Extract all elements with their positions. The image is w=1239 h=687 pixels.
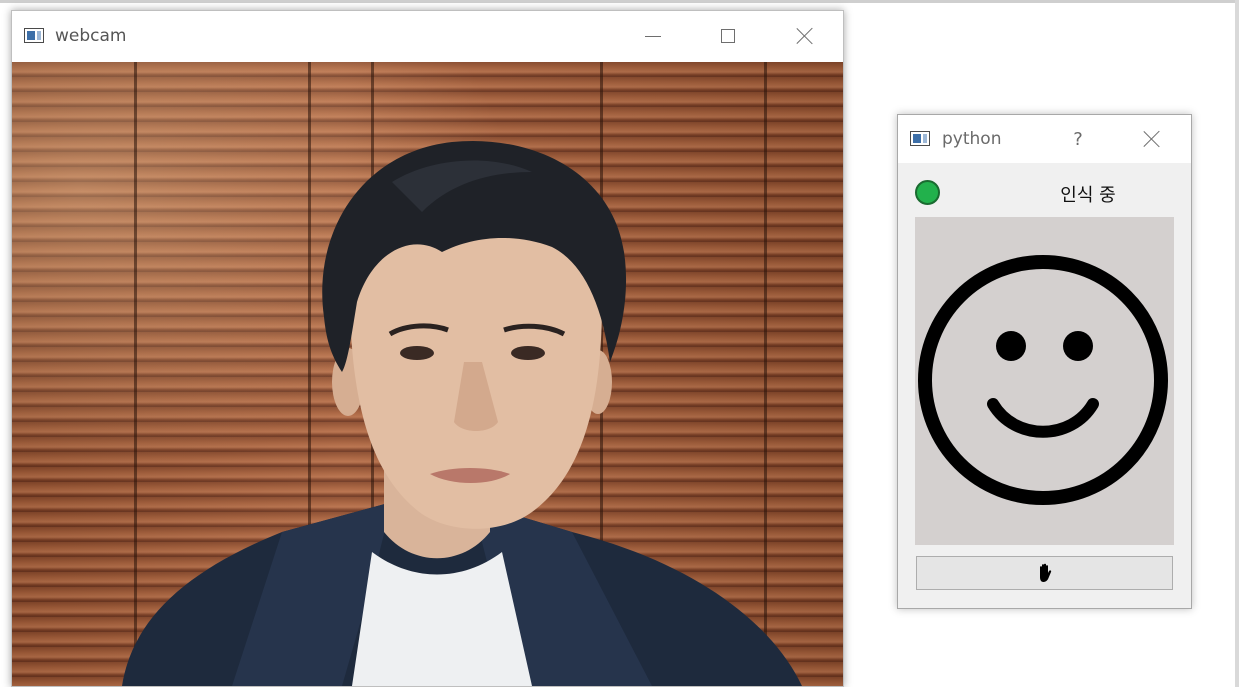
status-indicator bbox=[915, 180, 940, 205]
help-button[interactable]: ? bbox=[1060, 124, 1096, 154]
person-in-frame bbox=[122, 140, 802, 686]
desktop-edge bbox=[1235, 0, 1239, 687]
hand-stop-icon bbox=[1039, 563, 1051, 582]
webcam-window: webcam bbox=[11, 10, 844, 687]
webcam-window-title: webcam bbox=[55, 26, 127, 46]
close-icon bbox=[796, 27, 814, 45]
python-dialog: python ? 인식 중 bbox=[897, 114, 1192, 609]
webcam-video-feed bbox=[12, 62, 843, 686]
close-icon bbox=[1143, 130, 1161, 148]
emotion-display-panel bbox=[915, 217, 1174, 545]
maximize-icon bbox=[721, 29, 735, 43]
minimize-button[interactable] bbox=[630, 21, 676, 51]
dialog-close-button[interactable] bbox=[1134, 124, 1170, 154]
hand-button[interactable] bbox=[916, 556, 1173, 590]
python-titlebar[interactable]: python ? bbox=[898, 115, 1191, 163]
window-app-icon bbox=[910, 131, 930, 146]
webcam-titlebar[interactable]: webcam bbox=[12, 11, 843, 62]
python-window-title: python bbox=[942, 129, 1002, 149]
window-app-icon bbox=[24, 28, 44, 43]
close-button[interactable] bbox=[782, 21, 828, 51]
smiley-face-icon bbox=[918, 255, 1168, 505]
maximize-button[interactable] bbox=[705, 21, 751, 51]
status-label: 인식 중 bbox=[1060, 185, 1116, 206]
minimize-icon bbox=[645, 35, 661, 37]
